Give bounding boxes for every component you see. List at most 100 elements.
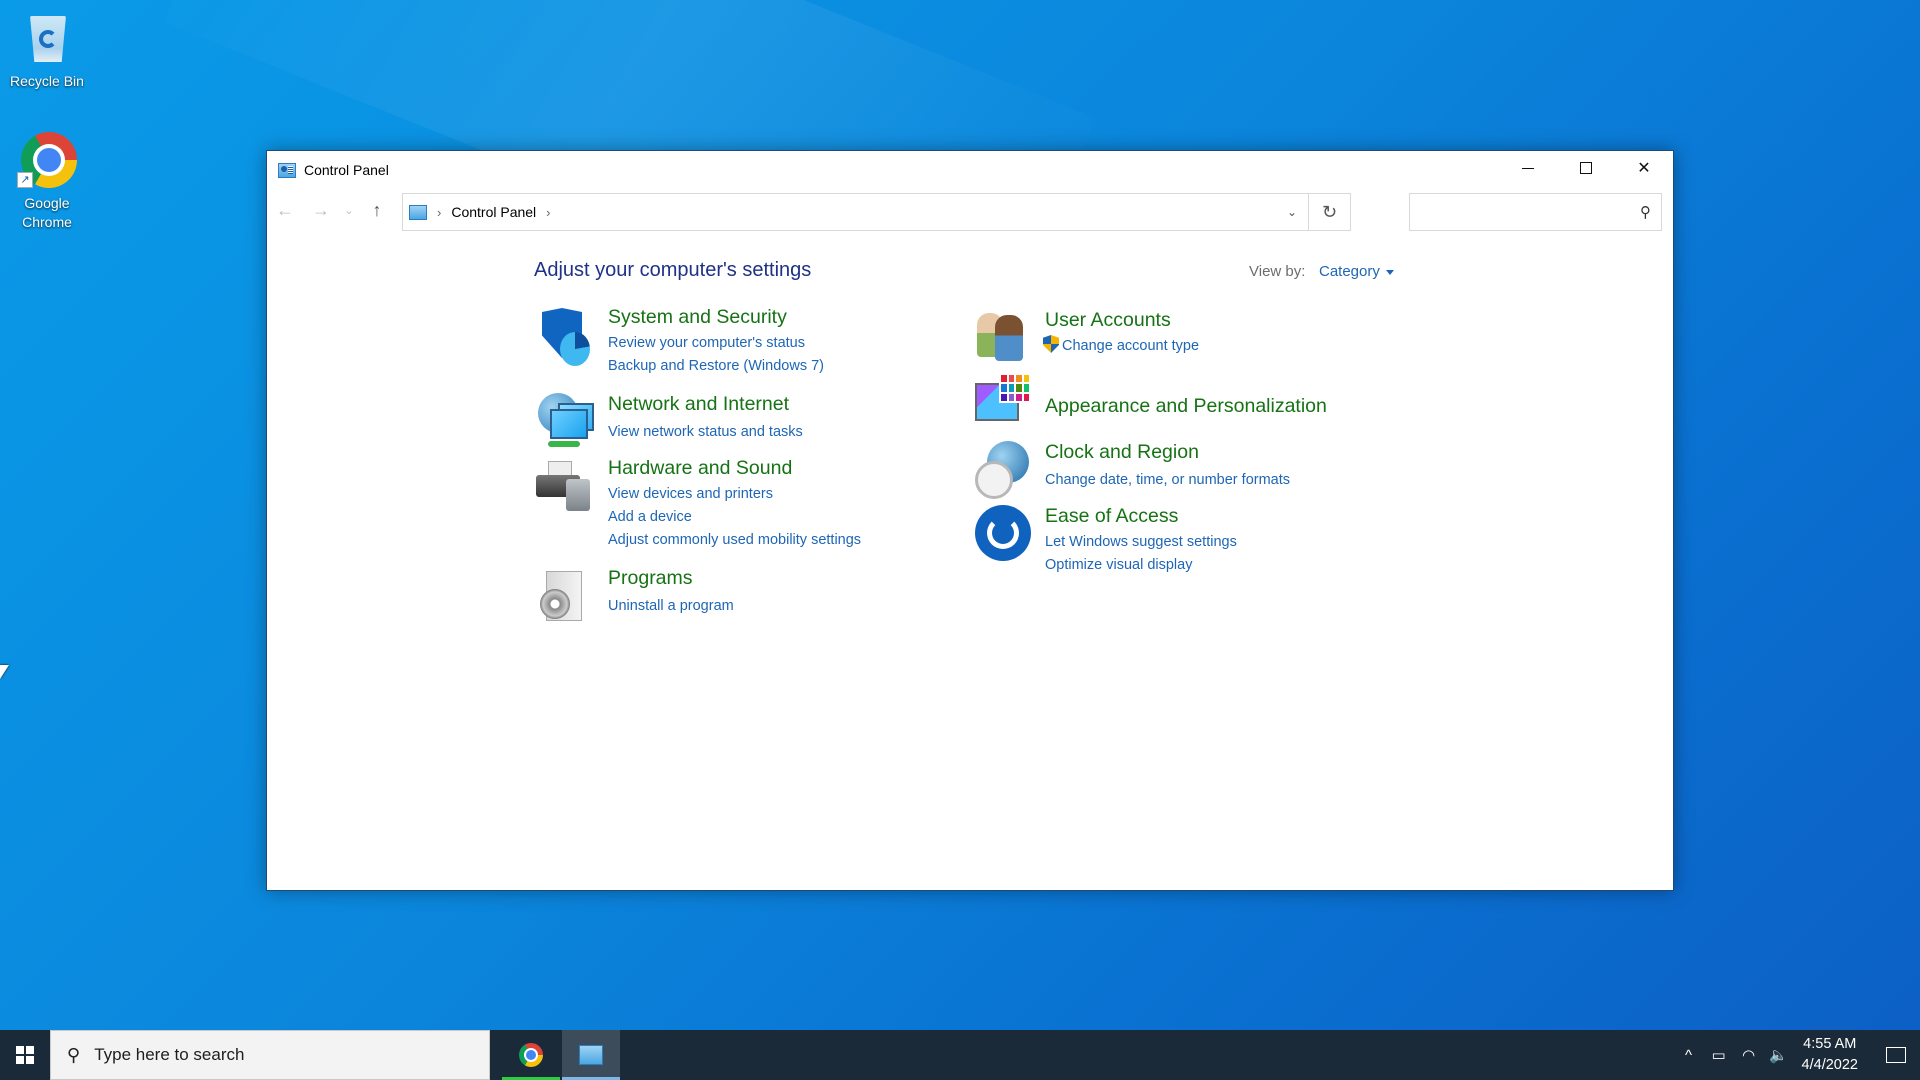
- search-icon: ⚲: [67, 1044, 81, 1065]
- desktop-icon-label: Recycle Bin: [10, 73, 84, 89]
- category-clock-and-region: Clock and Region Change date, time, or n…: [973, 441, 1353, 501]
- taskbar-app-chrome[interactable]: [502, 1030, 560, 1080]
- category-title[interactable]: Appearance and Personalization: [1045, 395, 1327, 418]
- forward-button[interactable]: →: [303, 195, 339, 225]
- desktop-icon-recycle-bin[interactable]: Recycle Bin: [0, 8, 94, 91]
- arrow-left-icon: ←: [276, 199, 294, 220]
- search-box[interactable]: ⚲: [1409, 193, 1662, 231]
- chevron-down-icon: ⌄: [1286, 205, 1298, 219]
- refresh-button[interactable]: ↻: [1308, 194, 1350, 230]
- arrow-up-icon: ↑: [372, 199, 382, 220]
- category-system-and-security: System and Security Review your computer…: [536, 306, 876, 376]
- chevron-down-icon: ⌄: [344, 204, 354, 217]
- users-icon: [973, 309, 1033, 369]
- shield-icon: [536, 306, 596, 366]
- printer-speaker-icon: [536, 457, 596, 517]
- page-heading: Adjust your computer's settings: [534, 259, 812, 281]
- close-icon: ✕: [1637, 160, 1651, 177]
- chrome-icon: [519, 1043, 543, 1067]
- shortcut-arrow-icon: ↗: [17, 172, 33, 188]
- caret-down-icon: [1385, 269, 1394, 275]
- category-appearance-and-personalization: Appearance and Personalization: [973, 373, 1353, 433]
- mouse-cursor-icon: [0, 665, 9, 679]
- link-optimize-display[interactable]: Optimize visual display: [1045, 554, 1237, 577]
- link-change-account-type[interactable]: Change account type: [1043, 335, 1199, 358]
- link-network-status[interactable]: View network status and tasks: [608, 421, 803, 444]
- minimize-icon: [1522, 167, 1534, 169]
- category-hardware-and-sound: Hardware and Sound View devices and prin…: [536, 457, 876, 552]
- desktop-icon-label: Google Chrome: [22, 195, 72, 230]
- maximize-button[interactable]: [1557, 151, 1615, 185]
- navigation-bar: ← → ⌄ ↑ › Control Panel › ⌄ ↻ ⚲: [267, 189, 1673, 231]
- link-uninstall-program[interactable]: Uninstall a program: [608, 595, 734, 618]
- minimize-button[interactable]: [1499, 151, 1557, 185]
- link-suggest-settings[interactable]: Let Windows suggest settings: [1045, 531, 1237, 554]
- start-button[interactable]: [0, 1030, 50, 1080]
- control-panel-window: Control Panel ✕ ← → ⌄ ↑ › Control Panel …: [266, 150, 1674, 891]
- uac-shield-icon: [1043, 335, 1059, 353]
- arrow-right-icon: →: [312, 199, 330, 220]
- link-mobility-settings[interactable]: Adjust commonly used mobility settings: [608, 529, 861, 552]
- category-programs: Programs Uninstall a program: [536, 567, 876, 627]
- taskbar: ⚲ Type here to search ^ ▭ ◠ 🔈 4:55 AM 4/…: [0, 1030, 1920, 1080]
- clock-time: 4:55 AM: [1803, 1036, 1857, 1052]
- window-title: Control Panel: [304, 162, 389, 178]
- link-date-time-formats[interactable]: Change date, time, or number formats: [1045, 469, 1290, 492]
- control-panel-icon: [579, 1045, 603, 1065]
- network-icon: [536, 393, 596, 453]
- category-network-and-internet: Network and Internet View network status…: [536, 393, 876, 453]
- clock-globe-icon: [973, 441, 1033, 501]
- programs-icon: [536, 567, 596, 627]
- category-title[interactable]: Network and Internet: [608, 393, 789, 416]
- link-backup-restore[interactable]: Backup and Restore (Windows 7): [608, 355, 824, 378]
- view-by-dropdown[interactable]: Category: [1319, 263, 1394, 280]
- category-ease-of-access: Ease of Access Let Windows suggest setti…: [973, 505, 1353, 575]
- taskbar-clock[interactable]: 4:55 AM 4/4/2022: [1802, 1034, 1858, 1076]
- view-by-label: View by:: [1249, 263, 1306, 280]
- desktop-icon-google-chrome[interactable]: ↗ Google Chrome: [0, 130, 94, 232]
- taskbar-app-control-panel[interactable]: [562, 1030, 620, 1080]
- control-panel-icon: [278, 162, 296, 178]
- chevron-right-icon[interactable]: ›: [437, 205, 441, 220]
- back-button[interactable]: ←: [267, 195, 303, 225]
- windows-logo-icon: [16, 1046, 34, 1064]
- show-hidden-icons-chevron-icon[interactable]: ^: [1674, 1047, 1704, 1064]
- title-bar[interactable]: Control Panel ✕: [267, 151, 1673, 189]
- battery-icon[interactable]: ▭: [1704, 1046, 1734, 1064]
- category-title[interactable]: System and Security: [608, 306, 787, 329]
- chevron-right-icon[interactable]: ›: [546, 205, 550, 220]
- link-text: Change account type: [1062, 338, 1200, 354]
- control-panel-icon: [409, 204, 427, 220]
- address-bar[interactable]: › Control Panel › ⌄ ↻: [402, 193, 1351, 231]
- view-by-value: Category: [1319, 263, 1380, 280]
- system-tray: ^ ▭ ◠ 🔈 4:55 AM 4/4/2022: [1674, 1030, 1920, 1080]
- clock-date: 4/4/2022: [1801, 1057, 1858, 1073]
- action-center-button[interactable]: [1872, 1030, 1920, 1080]
- link-devices-printers[interactable]: View devices and printers: [608, 483, 861, 506]
- recent-locations-button[interactable]: ⌄: [339, 195, 359, 225]
- close-button[interactable]: ✕: [1615, 151, 1673, 185]
- category-title[interactable]: User Accounts: [1045, 309, 1171, 332]
- up-button[interactable]: ↑: [359, 195, 395, 225]
- content-area: Adjust your computer's settings View by:…: [267, 231, 1673, 886]
- refresh-icon: ↻: [1321, 201, 1338, 222]
- address-dropdown-button[interactable]: ⌄: [1274, 194, 1310, 230]
- category-user-accounts: User Accounts Change account type: [973, 309, 1353, 369]
- wifi-icon[interactable]: ◠: [1734, 1046, 1764, 1064]
- breadcrumb-control-panel[interactable]: Control Panel: [451, 204, 536, 220]
- category-title[interactable]: Programs: [608, 567, 693, 590]
- link-review-status[interactable]: Review your computer's status: [608, 332, 824, 355]
- chrome-icon: ↗: [17, 130, 77, 190]
- search-input[interactable]: [1410, 194, 1620, 230]
- recycle-bin-icon: [17, 8, 77, 68]
- link-add-device[interactable]: Add a device: [608, 506, 861, 529]
- maximize-icon: [1580, 162, 1592, 174]
- volume-icon[interactable]: 🔈: [1764, 1046, 1794, 1064]
- category-title[interactable]: Hardware and Sound: [608, 457, 792, 480]
- taskbar-search-box[interactable]: ⚲ Type here to search: [50, 1030, 490, 1080]
- category-title[interactable]: Clock and Region: [1045, 441, 1199, 464]
- taskbar-search-placeholder: Type here to search: [94, 1045, 245, 1064]
- notification-icon: [1886, 1047, 1906, 1063]
- category-title[interactable]: Ease of Access: [1045, 505, 1178, 528]
- search-icon[interactable]: ⚲: [1640, 203, 1651, 221]
